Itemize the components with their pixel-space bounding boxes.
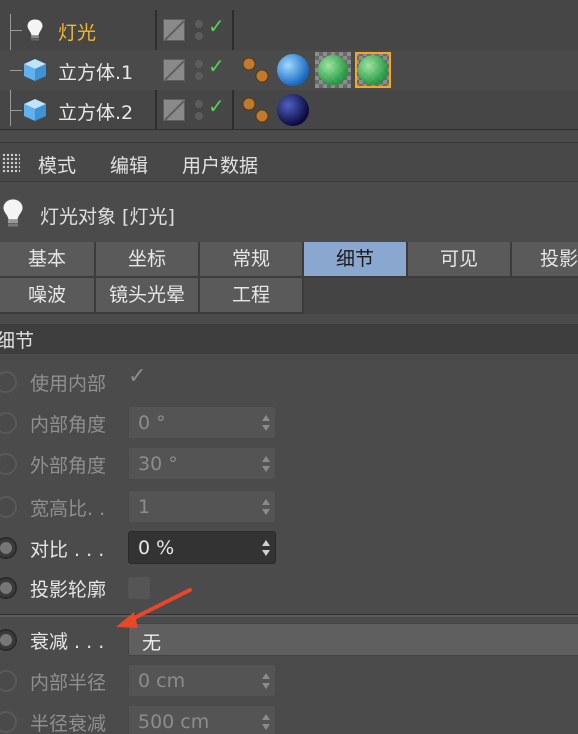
cube-icon bbox=[24, 99, 46, 121]
enabled-check-icon[interactable]: ✓ bbox=[208, 14, 225, 38]
tree-branch bbox=[10, 70, 22, 71]
menu-edit[interactable]: 编辑 bbox=[110, 151, 148, 178]
menu-mode[interactable]: 模式 bbox=[38, 151, 76, 178]
animate-radio[interactable] bbox=[0, 453, 17, 475]
phong-tag-icon[interactable] bbox=[238, 92, 274, 128]
field-value: 0 % bbox=[138, 537, 175, 559]
spinner-arrows-icon[interactable] bbox=[262, 540, 270, 556]
visibility-dots[interactable] bbox=[195, 58, 207, 82]
lightbulb-icon bbox=[26, 18, 44, 41]
prop-label: 内部角度 bbox=[30, 414, 107, 436]
layer-toggle[interactable] bbox=[163, 99, 185, 121]
animate-radio[interactable] bbox=[0, 537, 17, 559]
spinner-arrows-icon[interactable] bbox=[262, 456, 270, 472]
prop-label: 对比 . . . bbox=[30, 539, 105, 561]
spinner-arrows-icon[interactable] bbox=[262, 673, 270, 689]
prop-label: 外部角度 bbox=[30, 455, 107, 477]
animate-radio[interactable] bbox=[0, 577, 17, 599]
prop-aspect-ratio: 宽高比. . 1 bbox=[0, 487, 578, 527]
prop-label: 投影轮廓 bbox=[30, 579, 107, 601]
animate-radio[interactable] bbox=[0, 629, 17, 651]
object-manager: 灯光 ✓ 立方体.1 ✓ 立方体.2 ✓ bbox=[0, 0, 578, 130]
material-tag-blue-icon[interactable] bbox=[275, 52, 311, 88]
prop-label: 宽高比. . bbox=[30, 498, 106, 520]
prop-label: 半径衰减 bbox=[30, 713, 107, 734]
object-name[interactable]: 灯光 bbox=[58, 18, 96, 45]
prop-label: 使用内部 bbox=[30, 373, 107, 395]
menu-user-data[interactable]: 用户数据 bbox=[182, 151, 258, 178]
visibility-dots[interactable] bbox=[195, 98, 207, 122]
inner-radius-input[interactable]: 0 cm bbox=[128, 664, 276, 697]
prop-radius-decay: 半径衰减 500 cm bbox=[0, 702, 578, 734]
layer-toggle[interactable] bbox=[163, 19, 185, 41]
attribute-header: 灯光对象 [灯光] bbox=[0, 192, 578, 236]
prop-contrast: 对比 . . . 0 % bbox=[0, 528, 578, 568]
tab-shadow[interactable]: 投影 bbox=[512, 242, 578, 278]
animate-radio[interactable] bbox=[0, 496, 17, 518]
use-inner-checkbox[interactable]: ✓ bbox=[128, 364, 146, 389]
divider bbox=[0, 614, 578, 617]
dropdown-value: 无 bbox=[142, 632, 162, 654]
animate-radio[interactable] bbox=[0, 670, 17, 692]
material-tag-navy-icon[interactable] bbox=[275, 92, 311, 128]
prop-label: 衰减 . . . bbox=[30, 631, 105, 653]
section-title: 细节 bbox=[0, 330, 35, 352]
layer-toggle[interactable] bbox=[163, 59, 185, 81]
tab-lens-flare[interactable]: 镜头光晕 bbox=[96, 278, 200, 314]
prop-inner-radius: 内部半径 0 cm bbox=[0, 661, 578, 701]
contrast-input[interactable]: 0 % bbox=[128, 531, 276, 564]
radius-decay-input[interactable]: 500 cm bbox=[128, 705, 276, 734]
tab-basic[interactable]: 基本 bbox=[0, 242, 96, 278]
tab-project[interactable]: 工程 bbox=[200, 278, 304, 314]
animate-radio[interactable] bbox=[0, 371, 17, 393]
spinner-arrows-icon[interactable] bbox=[262, 499, 270, 515]
prop-use-inner: 使用内部 ✓ bbox=[0, 362, 578, 402]
field-value: 500 cm bbox=[138, 711, 210, 733]
tab-visibility[interactable]: 可见 bbox=[408, 242, 512, 278]
annotation-arrow-icon bbox=[116, 588, 192, 628]
tree-branch bbox=[10, 110, 22, 111]
prop-falloff: 衰减 . . . 无 bbox=[0, 620, 578, 660]
section-header-details: 细节 bbox=[0, 324, 578, 354]
grip-icon[interactable] bbox=[2, 153, 20, 173]
object-row-cube1[interactable]: 立方体.1 ✓ bbox=[0, 50, 578, 90]
object-row-cube2[interactable]: 立方体.2 ✓ bbox=[0, 90, 578, 130]
tab-coordinates[interactable]: 坐标 bbox=[96, 242, 200, 278]
prop-outer-angle: 外部角度 30 ° bbox=[0, 444, 578, 484]
object-row-light[interactable]: 灯光 ✓ bbox=[0, 10, 578, 52]
enabled-check-icon[interactable]: ✓ bbox=[208, 94, 225, 118]
material-tag-green-icon[interactable] bbox=[315, 52, 351, 88]
prop-label: 内部半径 bbox=[30, 672, 107, 694]
phong-tag-icon[interactable] bbox=[238, 52, 274, 88]
falloff-dropdown[interactable]: 无 bbox=[128, 623, 578, 656]
prop-inner-angle: 内部角度 0 ° bbox=[0, 403, 578, 443]
lightbulb-icon bbox=[2, 198, 24, 227]
outer-angle-input[interactable]: 30 ° bbox=[128, 447, 276, 480]
object-name[interactable]: 立方体.1 bbox=[58, 58, 133, 85]
object-name[interactable]: 立方体.2 bbox=[58, 98, 133, 125]
field-value: 0 ° bbox=[138, 412, 166, 434]
field-value: 30 ° bbox=[138, 453, 178, 475]
material-tag-green-selected-icon[interactable] bbox=[355, 52, 391, 88]
aspect-ratio-input[interactable]: 1 bbox=[128, 490, 276, 523]
field-value: 1 bbox=[138, 496, 151, 518]
tab-general[interactable]: 常规 bbox=[200, 242, 304, 278]
tree-branch bbox=[10, 30, 22, 31]
enabled-check-icon[interactable]: ✓ bbox=[208, 54, 225, 78]
prop-shadow-caster: 投影轮廓 bbox=[0, 568, 578, 608]
animate-radio[interactable] bbox=[0, 711, 17, 733]
tab-details[interactable]: 细节 bbox=[304, 242, 408, 278]
tab-noise[interactable]: 噪波 bbox=[0, 278, 96, 314]
visibility-dots[interactable] bbox=[195, 18, 207, 42]
spinner-arrows-icon[interactable] bbox=[262, 415, 270, 431]
attribute-menu-bar: 模式 编辑 用户数据 bbox=[0, 142, 578, 182]
animate-radio[interactable] bbox=[0, 412, 17, 434]
cube-icon bbox=[24, 59, 46, 81]
spinner-arrows-icon[interactable] bbox=[262, 714, 270, 730]
field-value: 0 cm bbox=[138, 670, 186, 692]
object-title: 灯光对象 [灯光] bbox=[40, 206, 175, 228]
inner-angle-input[interactable]: 0 ° bbox=[128, 406, 276, 439]
